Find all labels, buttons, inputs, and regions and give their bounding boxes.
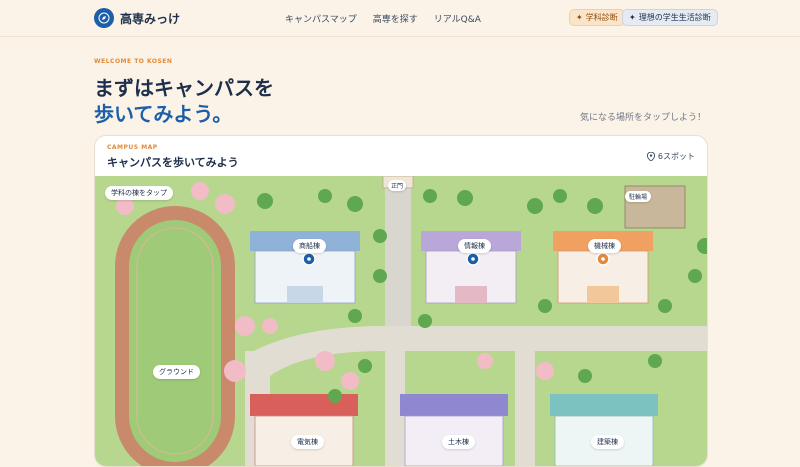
campus-map-card: CAMPUS MAP キャンパスを歩いてみよう 6スポット 学科の棟をタップ 正… [94,135,708,467]
department-diagnosis-button[interactable]: ✦ 学科診断 [569,9,625,26]
building-label-kenchiku[interactable]: 建築棟 [591,435,624,449]
building-pin-joho[interactable] [466,252,480,266]
building-label-denki[interactable]: 電気棟 [291,435,324,449]
hero-title-line1: まずはキャンパスを [94,76,274,100]
spot-count: 6スポット [646,151,695,162]
top-header: 高専みっけ キャンパスマップ 高専を探す リアルQ&A ✦ 学科診断 ✦ 理想の… [0,0,800,37]
logo[interactable]: 高専みっけ [94,8,180,28]
ground-tag: グラウンド [153,365,200,379]
building-pin-shosen[interactable] [302,252,316,266]
hero-eyebrow: WELCOME TO KOSEN [94,58,173,65]
building-label-doboku[interactable]: 土木棟 [442,435,475,449]
nav-campus-map[interactable]: キャンパスマップ [285,12,357,25]
logo-text: 高専みっけ [120,11,181,26]
hero-hint: 気になる場所をタップしよう！ [579,113,706,123]
map-pin-icon [646,152,655,161]
sparkle-icon: ✦ [629,13,636,22]
building-label-kikai[interactable]: 機械棟 [588,239,621,253]
main-nav: キャンパスマップ 高専を探す リアルQ&A [285,12,481,25]
nav-real-qa[interactable]: リアルQ&A [434,12,481,25]
building-label-joho[interactable]: 情報棟 [458,239,491,253]
nav-find-kosen[interactable]: 高専を探す [373,12,418,25]
spot-count-label: 6スポット [657,152,695,161]
student-life-diagnosis-button[interactable]: ✦ 理想の学生生活診断 [622,9,718,26]
bicycle-parking-tag: 駐輪場 [625,191,652,202]
campus-map-illustration [95,175,707,466]
card-title: キャンパスを歩いてみよう [107,156,239,169]
tap-hint-tag: 学科の棟をタップ [105,186,173,200]
hero-title-line2: 歩いてみよう。 [94,102,233,126]
pill-b-label: 理想の学生生活診断 [638,13,711,22]
building-denki[interactable] [250,394,358,466]
building-kenchiku[interactable] [550,394,658,466]
pill-a-label: 学科診断 [585,13,618,22]
building-label-shosen[interactable]: 商船棟 [293,239,326,253]
sparkle-icon: ✦ [576,13,583,22]
gate-tag: 正門 [388,180,407,191]
campus-map: 学科の棟をタップ 正門 駐輪場 グラウンド 商船棟 情報棟 機械棟 電気棟 土木… [95,175,707,466]
card-eyebrow: CAMPUS MAP [107,144,158,151]
compass-icon [94,8,114,28]
building-doboku[interactable] [400,394,508,466]
building-pin-kikai[interactable] [596,252,610,266]
